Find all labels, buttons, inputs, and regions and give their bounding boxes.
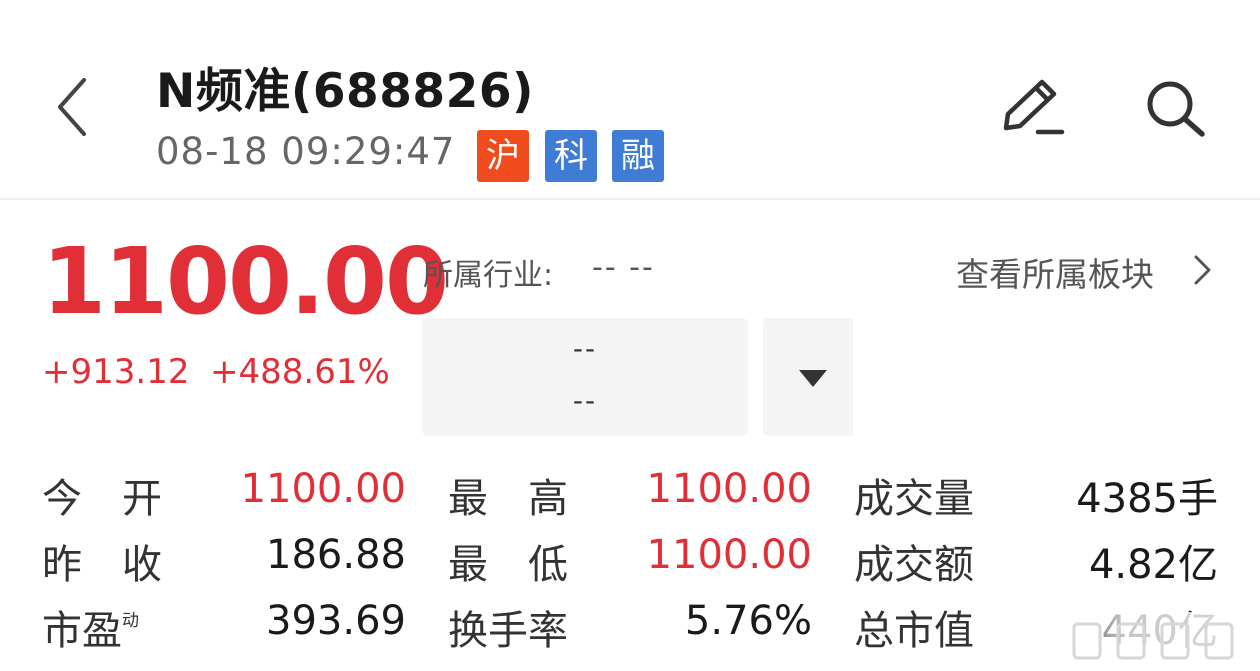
back-chevron-icon	[58, 78, 86, 136]
box-line-2: --	[572, 384, 598, 417]
margin-tag: 融	[612, 130, 664, 182]
search-icon	[1147, 81, 1205, 137]
prev-close-label: 昨 收	[42, 542, 162, 588]
pe-value: 393.69	[266, 598, 406, 644]
edit-button[interactable]	[998, 76, 1068, 140]
open-value: 1100.00	[240, 466, 406, 512]
high-value: 1100.00	[646, 466, 812, 512]
chevron-right-icon[interactable]	[1190, 252, 1214, 288]
dropdown-toggle[interactable]	[763, 318, 853, 436]
back-button[interactable]	[52, 72, 96, 142]
current-price: 1100.00	[42, 228, 449, 335]
quote-datetime: 08-18 09:29:47	[156, 130, 456, 173]
market-tag-sh: 沪	[477, 130, 529, 182]
view-sector-link[interactable]: 查看所属板块	[956, 248, 1154, 296]
pe-label: 市盈动	[42, 598, 139, 656]
pe-dynamic-sup: 动	[122, 611, 139, 631]
amount-value: 4.82亿	[1088, 542, 1218, 588]
low-value: 1100.00	[646, 532, 812, 578]
watermark-graphic	[1050, 612, 1260, 671]
stock-title: N频准(688826)	[156, 64, 535, 119]
amount-label: 成交额	[854, 542, 974, 588]
mcap-label: 总市值	[854, 608, 974, 654]
turnover-label: 换手率	[448, 608, 568, 654]
volume-value: 4385手	[1076, 476, 1218, 522]
triangle-down-icon	[799, 370, 827, 387]
price-change-percent: +488.61%	[210, 352, 390, 392]
volume-label: 成交量	[854, 476, 974, 522]
prev-close-value: 186.88	[266, 532, 406, 578]
pe-label-text: 市盈	[42, 608, 122, 654]
industry-value: -- --	[592, 250, 655, 285]
industry-label: 所属行业:	[423, 258, 554, 293]
search-button[interactable]	[1142, 76, 1208, 140]
high-label: 最 高	[448, 476, 568, 522]
box-line-1: --	[572, 332, 598, 365]
open-label: 今 开	[42, 476, 162, 522]
header-divider	[0, 198, 1260, 200]
quote-info-box: -- --	[422, 318, 748, 436]
board-tag-star: 科	[545, 130, 597, 182]
turnover-value: 5.76%	[684, 598, 812, 644]
low-label: 最 低	[448, 542, 568, 588]
edit-pen-icon	[1003, 79, 1065, 135]
price-change: +913.12	[42, 352, 190, 392]
